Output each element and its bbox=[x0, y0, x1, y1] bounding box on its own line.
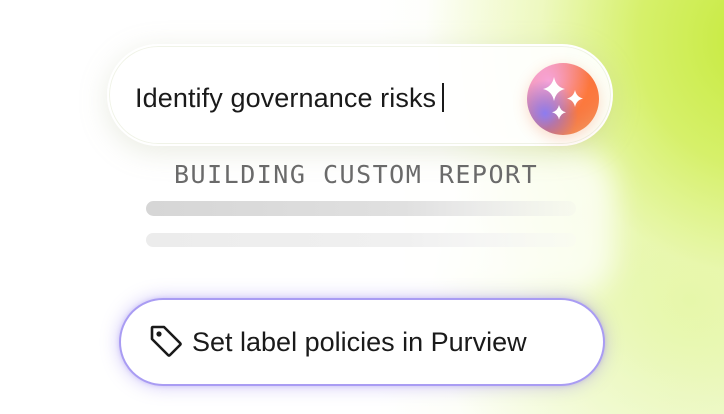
text-caret bbox=[442, 83, 445, 112]
status-text: BUILDING CUSTOM REPORT bbox=[174, 160, 539, 189]
ai-submit-button[interactable] bbox=[527, 63, 599, 135]
loading-skeleton-line bbox=[146, 201, 576, 216]
tag-icon bbox=[150, 325, 182, 357]
prompt-input[interactable]: Identify governance risks bbox=[135, 80, 445, 116]
sparkles-icon bbox=[543, 77, 583, 120]
prompt-input-text: Identify governance risks bbox=[135, 83, 437, 113]
suggestion-label: Set label policies in Purview bbox=[192, 327, 527, 357]
loading-skeleton-line bbox=[146, 233, 576, 247]
